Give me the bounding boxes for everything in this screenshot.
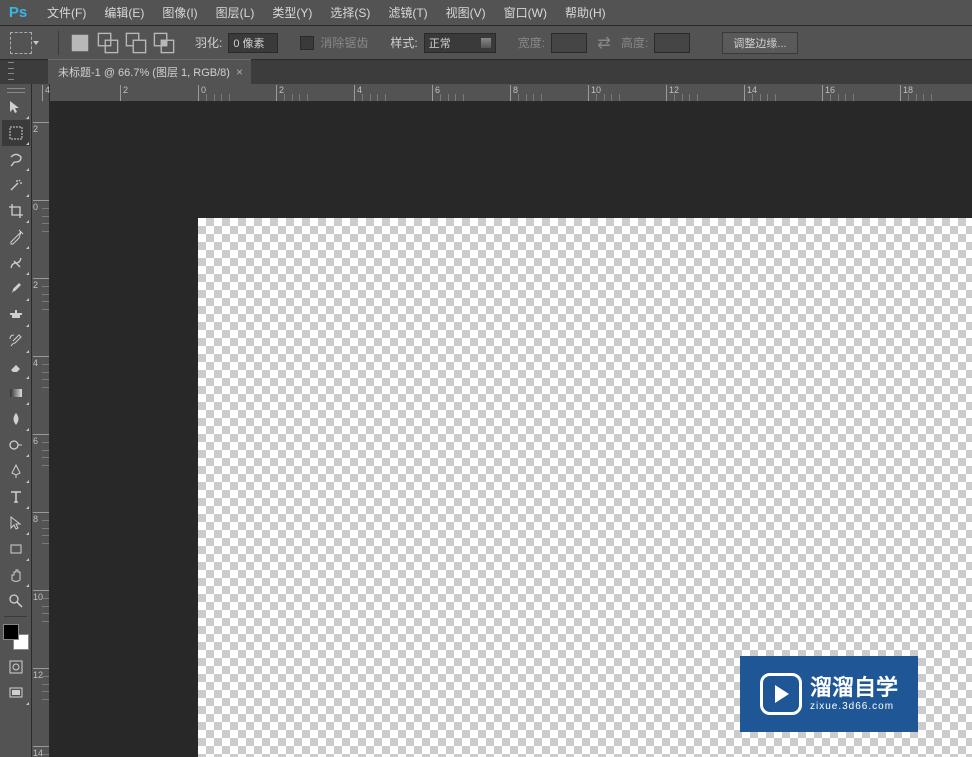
divider	[58, 31, 59, 55]
add-selection-icon[interactable]	[97, 32, 119, 54]
options-bar: 羽化: 消除锯齿 样式: 正常 宽度: ⇄ 高度: 调整边缘...	[0, 26, 972, 60]
eyedropper-tool[interactable]	[2, 224, 30, 250]
width-input	[551, 33, 587, 53]
crop-tool[interactable]	[2, 198, 30, 224]
clone-stamp-tool[interactable]	[2, 302, 30, 328]
new-selection-icon[interactable]	[69, 32, 91, 54]
feather-input[interactable]	[228, 33, 278, 53]
marquee-tool[interactable]	[2, 120, 30, 146]
intersect-selection-icon[interactable]	[153, 32, 175, 54]
style-select[interactable]: 正常	[424, 33, 496, 53]
antialias-checkbox[interactable]	[300, 36, 314, 50]
zoom-tool[interactable]	[2, 588, 30, 614]
watermark-url: zixue.3d66.com	[810, 701, 898, 713]
feather-label: 羽化:	[195, 34, 222, 51]
refine-edge-button[interactable]: 调整边缘...	[722, 32, 797, 54]
close-icon[interactable]: ×	[236, 65, 243, 79]
brush-tool[interactable]	[2, 276, 30, 302]
history-brush-tool[interactable]	[2, 328, 30, 354]
hand-tool[interactable]	[2, 562, 30, 588]
blur-tool[interactable]	[2, 406, 30, 432]
healing-brush-tool[interactable]	[2, 250, 30, 276]
tools-panel	[0, 84, 32, 757]
color-swatches[interactable]	[3, 624, 29, 650]
lasso-tool[interactable]	[2, 146, 30, 172]
dodge-tool[interactable]	[2, 432, 30, 458]
play-icon	[760, 673, 802, 715]
viewport[interactable]: CTRL+R 溜溜自学 zixue.3d66.com	[50, 102, 972, 757]
workspace: 02468101214161820222426282 0246810121416…	[0, 84, 972, 757]
height-input	[654, 33, 690, 53]
width-label: 宽度:	[518, 34, 545, 51]
gradient-tool[interactable]	[2, 380, 30, 406]
type-tool[interactable]	[2, 484, 30, 510]
rectangle-tool[interactable]	[2, 536, 30, 562]
menu-edit[interactable]: 编辑(E)	[95, 0, 153, 25]
document-tabstrip: 未标题-1 @ 66.7% (图层 1, RGB/8) ×	[0, 60, 972, 84]
canvas-area: 02468101214161820222426282 0246810121416…	[32, 84, 972, 757]
screen-mode-tool[interactable]	[2, 680, 30, 706]
watermark-title: 溜溜自学	[810, 675, 898, 701]
tool-preset-icon[interactable]	[10, 32, 32, 54]
antialias-label: 消除锯齿	[320, 34, 368, 51]
document-tab[interactable]: 未标题-1 @ 66.7% (图层 1, RGB/8) ×	[48, 59, 251, 84]
tools-handle[interactable]	[0, 86, 31, 94]
menu-help[interactable]: 帮助(H)	[556, 0, 615, 25]
magic-wand-tool[interactable]	[2, 172, 30, 198]
path-selection-tool[interactable]	[2, 510, 30, 536]
subtract-selection-icon[interactable]	[125, 32, 147, 54]
height-label: 高度:	[621, 34, 648, 51]
pen-tool[interactable]	[2, 458, 30, 484]
app-logo: Ps	[6, 3, 30, 23]
ruler-horizontal[interactable]: 024681012141618202224262830323436384024	[50, 84, 972, 102]
document-tab-title: 未标题-1 @ 66.7% (图层 1, RGB/8)	[58, 64, 230, 80]
menu-type[interactable]: 类型(Y)	[263, 0, 321, 25]
menu-select[interactable]: 选择(S)	[321, 0, 379, 25]
ruler-vertical[interactable]: 02468101214161820222426282	[32, 84, 50, 757]
menu-image[interactable]: 图像(I)	[153, 0, 206, 25]
eraser-tool[interactable]	[2, 354, 30, 380]
menu-file[interactable]: 文件(F)	[38, 0, 95, 25]
swap-dimensions-icon: ⇄	[593, 32, 615, 54]
menu-layer[interactable]: 图层(L)	[207, 0, 264, 25]
move-tool[interactable]	[2, 94, 30, 120]
watermark: 溜溜自学 zixue.3d66.com	[740, 656, 918, 732]
quick-mask-tool[interactable]	[2, 654, 30, 680]
menubar: Ps 文件(F) 编辑(E) 图像(I) 图层(L) 类型(Y) 选择(S) 滤…	[0, 0, 972, 26]
menu-window[interactable]: 窗口(W)	[495, 0, 556, 25]
tabstrip-handle[interactable]	[8, 62, 14, 80]
menu-view[interactable]: 视图(V)	[437, 0, 495, 25]
menu-filter[interactable]: 滤镜(T)	[379, 0, 436, 25]
style-label: 样式:	[390, 34, 417, 51]
